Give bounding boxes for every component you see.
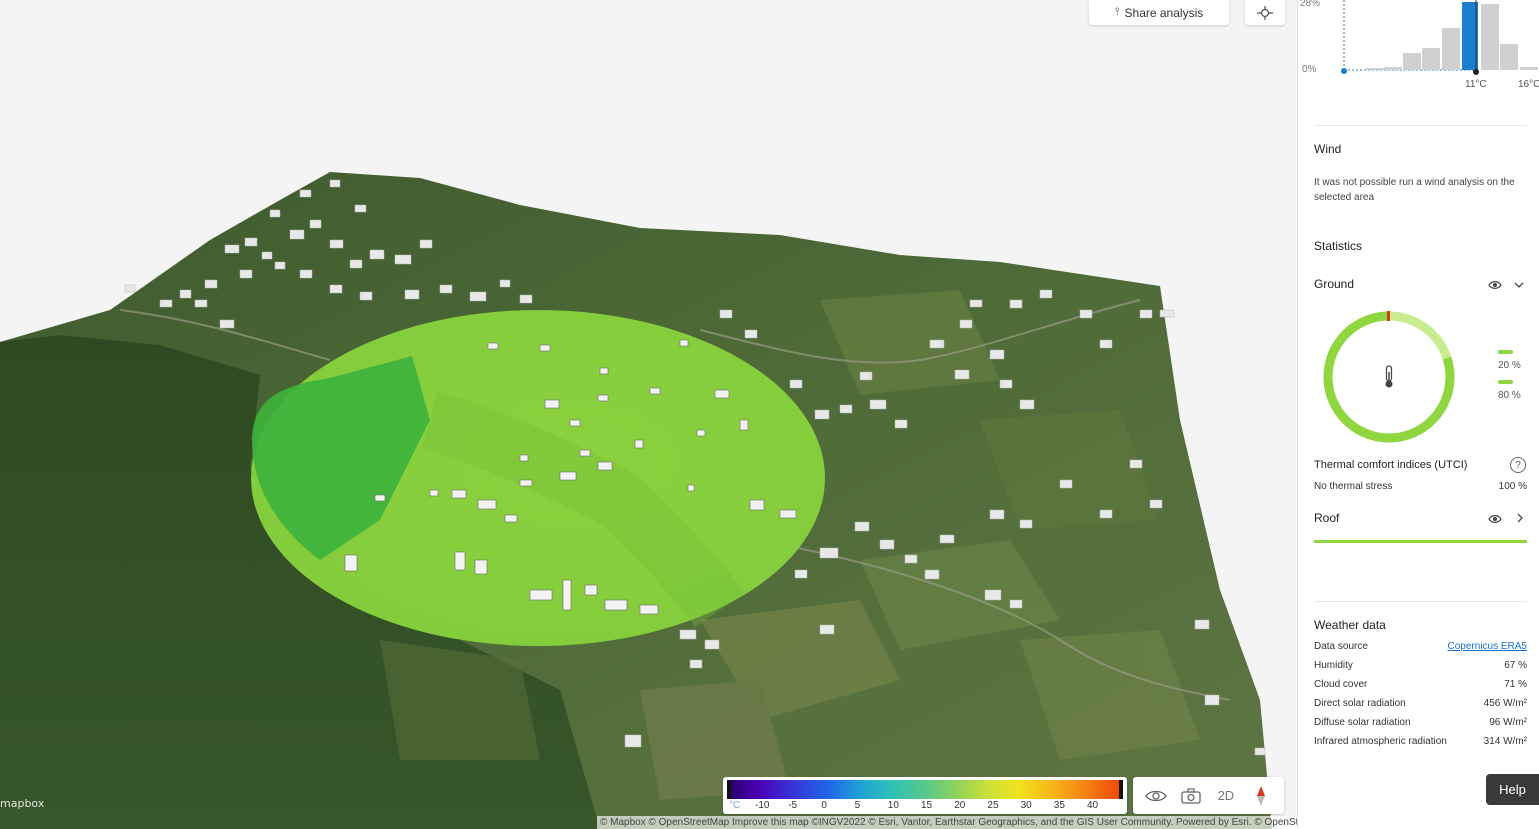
utci-title: Thermal comfort indices (UTCI) <box>1314 459 1468 471</box>
wind-message: It was not possible run a wind analysis … <box>1314 177 1515 203</box>
camera-icon <box>1181 787 1201 804</box>
utci-row: No thermal stress 100 % <box>1314 481 1527 492</box>
ground-chevron-down-icon[interactable] <box>1514 281 1524 289</box>
thermometer-icon <box>1385 365 1393 388</box>
legend-color-bar <box>727 780 1123 799</box>
weather-row-label: Infrared atmospheric radiation <box>1314 736 1447 747</box>
compass-button[interactable] <box>1247 782 1275 810</box>
eye-icon <box>1145 790 1168 801</box>
help-button[interactable]: Help <box>1486 774 1539 805</box>
ground-title: Ground <box>1314 277 1355 291</box>
histogram-bar <box>1403 53 1421 70</box>
divider <box>1314 125 1527 126</box>
share-analysis-button[interactable]: ⫯ Share analysis <box>1089 0 1229 25</box>
weather-row: Data source Copernicus ERA5 <box>1314 641 1527 652</box>
mapbox-logo[interactable]: mapbox <box>0 797 44 810</box>
roof-bar <box>1314 540 1527 543</box>
histogram-bar <box>1442 28 1460 70</box>
donut-start-marker <box>1387 311 1390 321</box>
legend-tick-label: 10 <box>887 800 899 811</box>
legend-tick-label: 40 <box>1087 800 1099 811</box>
legend-tick-label: 30 <box>1020 800 1032 811</box>
weather-row: Direct solar radiation 456 W/m² <box>1314 698 1527 709</box>
histogram-bar <box>1500 44 1518 70</box>
statistics-title: Statistics <box>1314 239 1363 253</box>
legend-unit: °C <box>729 800 741 811</box>
temperature-legend: °C -10 -5 0 5 10 15 20 25 30 35 40 <box>723 777 1127 814</box>
weather-row: Infrared atmospheric radiation 314 W/m² <box>1314 736 1527 747</box>
histogram-bar <box>1520 67 1538 70</box>
weather-row-label: Humidity <box>1314 660 1353 671</box>
weather-row-value: 314 W/m² <box>1483 736 1527 747</box>
legend-tick-label: -5 <box>788 800 798 811</box>
utci-help-icon[interactable]: ? <box>1510 457 1526 473</box>
roof-visibility-eye-icon[interactable] <box>1488 514 1502 524</box>
utci-label: No thermal stress <box>1314 481 1393 492</box>
donut-legend-swatch-b <box>1498 380 1513 384</box>
histogram-bar <box>1384 67 1402 70</box>
share-icon: ⫯ <box>1114 6 1120 18</box>
histogram-x-selected: 11°C <box>1465 79 1487 90</box>
donut-legend-swatch-a <box>1498 350 1513 354</box>
locate-button[interactable] <box>1245 0 1285 25</box>
analysis-panel: 28% 0% 11°C 16°C Wind It was not possibl… <box>1297 0 1539 829</box>
data-source-link[interactable]: Copernicus ERA5 <box>1448 641 1527 652</box>
histogram-bar <box>1422 48 1440 70</box>
weather-row-label: Direct solar radiation <box>1314 698 1406 709</box>
screenshot-button[interactable] <box>1177 782 1205 810</box>
histogram-y-bottom: 0% <box>1302 64 1317 75</box>
legend-tick-label: 15 <box>921 800 933 811</box>
divider <box>1314 601 1527 602</box>
legend-tick-label: 25 <box>987 800 999 811</box>
histogram-x-right: 16°C <box>1518 79 1539 90</box>
weather-row: Diffuse solar radiation 96 W/m² <box>1314 717 1527 728</box>
view-2d-toggle[interactable]: 2D <box>1212 782 1240 810</box>
roof-chevron-right-icon[interactable] <box>1516 513 1524 523</box>
roof-title: Roof <box>1314 511 1340 525</box>
histogram-bar <box>1481 4 1499 70</box>
utci-value: 100 % <box>1498 481 1527 492</box>
legend-tick-label: -10 <box>755 800 770 811</box>
donut-legend-pct-b: 80 % <box>1498 390 1521 401</box>
weather-row-label: Diffuse solar radiation <box>1314 717 1411 728</box>
legend-ticks: °C -10 -5 0 5 10 15 20 25 30 35 40 <box>727 800 1123 813</box>
histogram-min-handle <box>1341 68 1347 74</box>
ground-visibility-eye-icon[interactable] <box>1488 280 1502 290</box>
histogram-selected-handle <box>1473 69 1479 75</box>
legend-tick-label: 0 <box>821 800 827 811</box>
map-attribution[interactable]: © Mapbox © OpenStreetMap Improve this ma… <box>597 816 1297 829</box>
wind-title: Wind <box>1314 142 1342 156</box>
legend-tick-label: 5 <box>854 800 861 811</box>
compass-icon <box>1256 785 1265 806</box>
donut-legend-pct-a: 20 % <box>1498 360 1521 371</box>
histogram-bars <box>1366 2 1538 70</box>
weather-row-label: Data source <box>1314 641 1368 652</box>
map-controls: 2D <box>1133 777 1284 814</box>
legend-tick-label: 20 <box>954 800 966 811</box>
temperature-histogram: 28% 0% 11°C 16°C <box>1300 0 1539 90</box>
weather-title: Weather data <box>1314 618 1386 632</box>
histogram-bar <box>1366 68 1384 70</box>
visibility-toggle[interactable] <box>1142 782 1170 810</box>
weather-row: Cloud cover 71 % <box>1314 679 1527 690</box>
map-view[interactable]: ⫯ Share analysis mapbox °C -10 -5 0 5 10 15 20… <box>0 0 1297 829</box>
weather-row: Humidity 67 % <box>1314 660 1527 671</box>
crosshair-icon <box>1257 5 1273 20</box>
terrain-3d-view[interactable] <box>0 0 1297 829</box>
histogram-y-top: 28% <box>1300 0 1320 9</box>
weather-row-value: 456 W/m² <box>1483 698 1527 709</box>
legend-tick-label: 35 <box>1053 800 1065 811</box>
ground-utci-donut <box>1323 311 1455 443</box>
share-analysis-label: Share analysis <box>1124 5 1204 20</box>
weather-row-label: Cloud cover <box>1314 679 1368 690</box>
weather-row-value: 96 W/m² <box>1489 717 1527 728</box>
weather-row-value: 67 % <box>1504 660 1527 671</box>
weather-row-value: 71 % <box>1504 679 1527 690</box>
